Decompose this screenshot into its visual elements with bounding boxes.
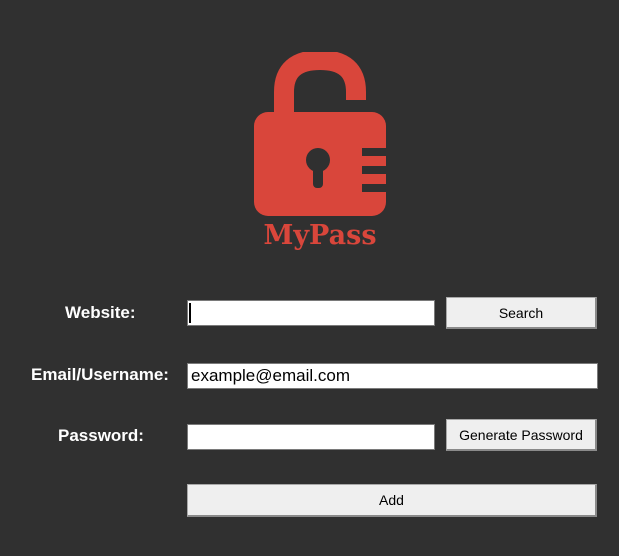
text-cursor bbox=[189, 303, 191, 323]
generate-password-button[interactable]: Generate Password bbox=[446, 419, 597, 451]
website-input[interactable] bbox=[187, 300, 435, 326]
search-button[interactable]: Search bbox=[446, 297, 597, 329]
email-username-label: Email/Username: bbox=[31, 365, 169, 384]
add-button[interactable]: Add bbox=[187, 484, 597, 517]
website-label: Website: bbox=[65, 303, 136, 322]
logo-text: MyPass bbox=[263, 220, 376, 251]
email-input[interactable] bbox=[187, 363, 598, 389]
logo: MyPass bbox=[250, 52, 390, 252]
padlock-icon: MyPass bbox=[254, 52, 390, 251]
app-window: MyPass Website: Search Email/Username: P… bbox=[0, 0, 619, 556]
password-input[interactable] bbox=[187, 424, 435, 450]
password-label: Password: bbox=[58, 426, 144, 445]
